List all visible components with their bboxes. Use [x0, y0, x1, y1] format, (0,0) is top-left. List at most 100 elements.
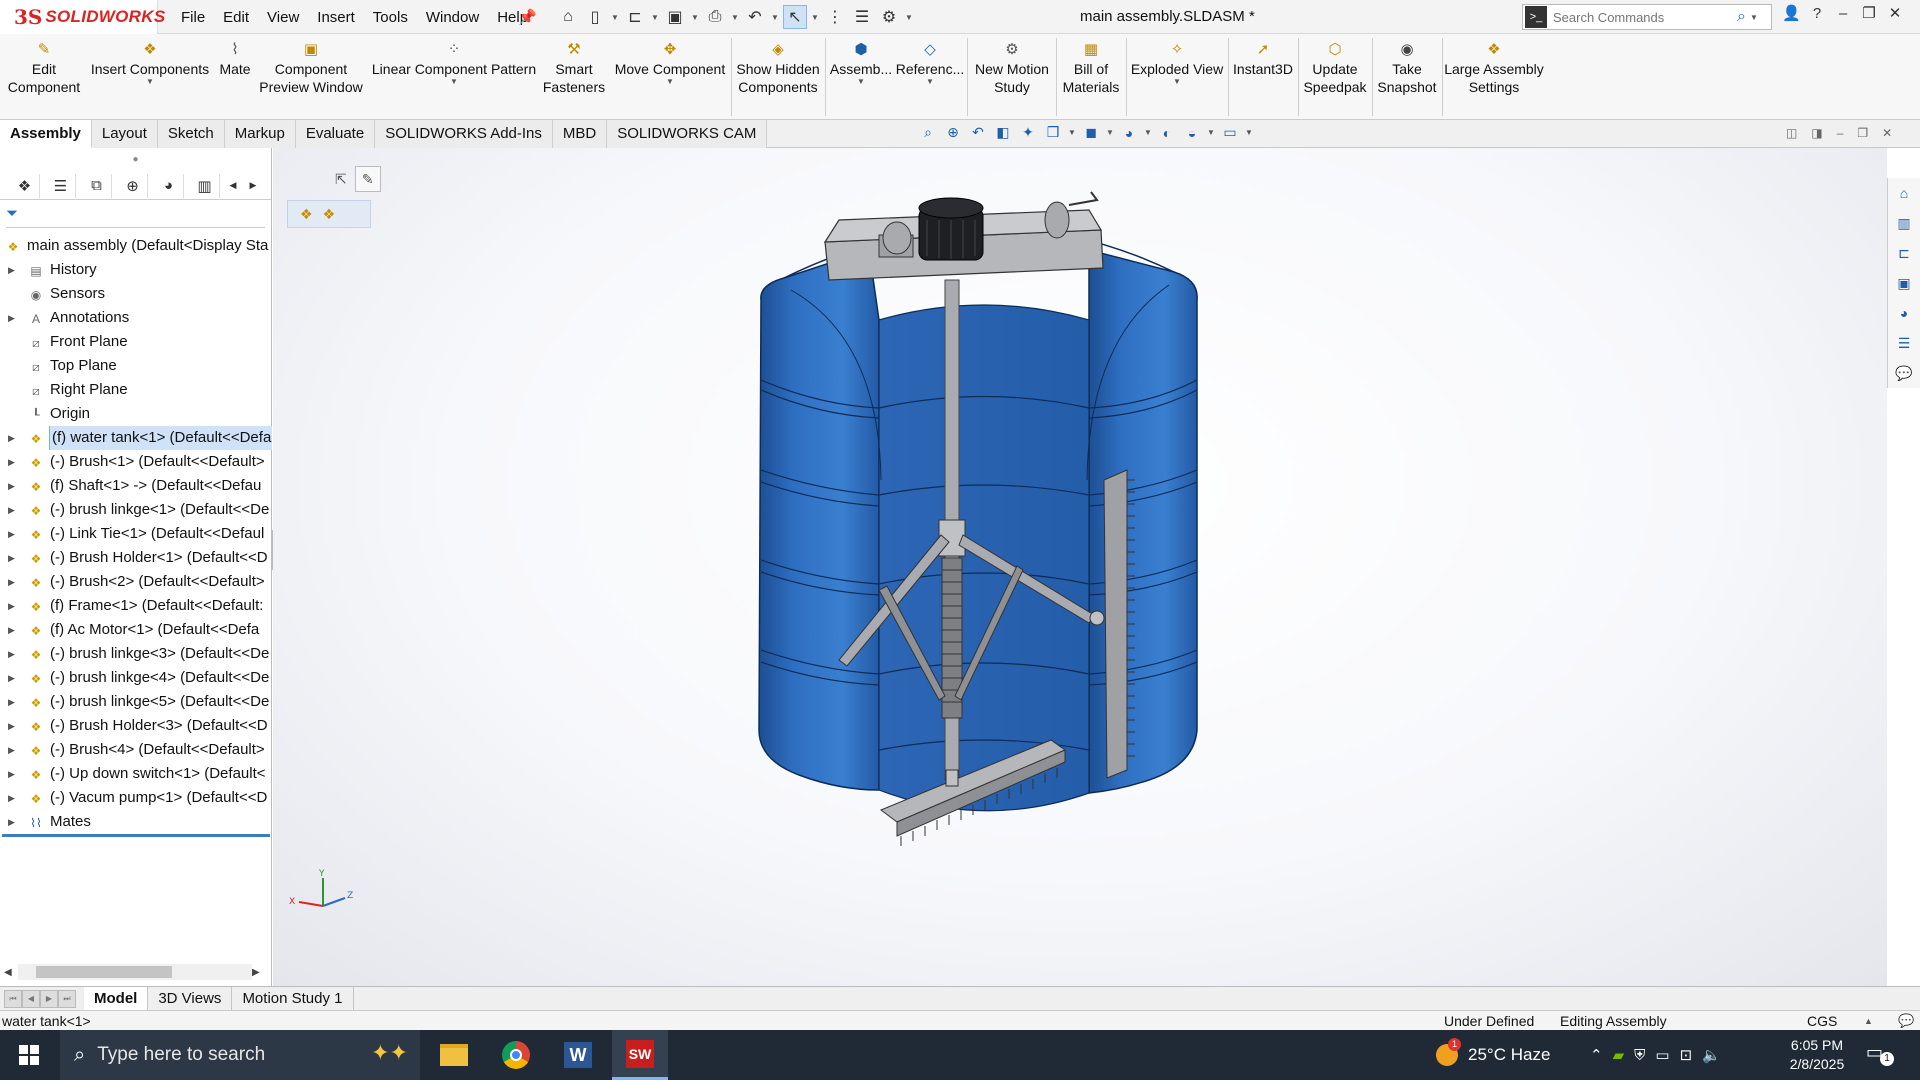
tab-motion-study-1[interactable]: Motion Study 1: [232, 986, 354, 1011]
water-tank-body[interactable]: [758, 226, 1198, 812]
tab-3d-views[interactable]: 3D Views: [148, 986, 233, 1011]
section-view-icon[interactable]: ◧: [993, 124, 1013, 141]
menu-insert[interactable]: Insert: [308, 9, 364, 26]
reference-geometry-button[interactable]: ◇ Referenc... ▼: [896, 40, 964, 86]
search-commands-box[interactable]: >_ ⌕ ▼: [1522, 4, 1772, 30]
expand-arrow-icon[interactable]: ▶: [8, 690, 15, 714]
view-palette-icon[interactable]: ▣: [1893, 272, 1915, 294]
tree-item-right-plane[interactable]: ⧄ Right Plane: [0, 378, 272, 402]
tree-item-component[interactable]: ▶ ❖ (-) brush linkge<3> (Default<<De: [0, 642, 272, 666]
doc-tile-left-icon[interactable]: ◫: [1786, 126, 1797, 140]
tree-item-component[interactable]: ▶ ❖ (-) Link Tie<1> (Default<<Defaul: [0, 522, 272, 546]
tab-markup[interactable]: Markup: [224, 120, 296, 148]
tab-sketch[interactable]: Sketch: [157, 120, 225, 148]
show-hidden-icons-chevron-icon[interactable]: ⌃: [1590, 1046, 1603, 1064]
tree-item-component[interactable]: ▶ ❖ (-) brush linkge<5> (Default<<De: [0, 690, 272, 714]
traffic-light-icon[interactable]: ⋮: [823, 5, 847, 29]
tree-root-assembly[interactable]: ❖ main assembly (Default<Display Sta: [0, 234, 272, 258]
edit-component-button[interactable]: ✎ Edit Component: [6, 40, 82, 96]
menu-window[interactable]: Window: [417, 9, 488, 26]
expand-arrow-icon[interactable]: ▶: [8, 474, 15, 498]
hide-show-items-icon[interactable]: ◕: [1119, 125, 1139, 141]
instant3d-button[interactable]: ➚ Instant3D: [1230, 40, 1296, 78]
view-orientation-dropdown-icon[interactable]: ▼: [1068, 128, 1076, 137]
water-tank-cleaner-model[interactable]: [729, 190, 1249, 910]
open-dropdown-icon[interactable]: ▼: [650, 5, 660, 29]
file-explorer-icon[interactable]: ⊏: [1893, 242, 1915, 264]
panel-grip[interactable]: ●: [0, 148, 271, 172]
tree-item-sensors[interactable]: ◉ Sensors: [0, 282, 272, 306]
previous-view-icon[interactable]: ↶: [968, 124, 988, 141]
expand-arrow-icon[interactable]: ▶: [8, 546, 15, 570]
status-message-icon[interactable]: 💬: [1898, 1011, 1914, 1031]
take-snapshot-button[interactable]: ◉ Take Snapshot: [1374, 40, 1440, 96]
expand-arrow-icon[interactable]: ▶: [8, 714, 15, 738]
tree-item-top-plane[interactable]: ⧄ Top Plane: [0, 354, 272, 378]
tabs-scroll-right-icon[interactable]: ▶: [246, 174, 260, 198]
tabs-scroll-left-icon[interactable]: ◀: [226, 174, 240, 198]
tree-item-front-plane[interactable]: ⧄ Front Plane: [0, 330, 272, 354]
options-dropdown-icon[interactable]: ▼: [904, 5, 914, 29]
rollback-bar[interactable]: [2, 834, 270, 837]
scroll-thumb[interactable]: [36, 966, 172, 978]
feature-manager-tree-icon[interactable]: ❖: [10, 173, 40, 198]
design-library-icon[interactable]: ▥: [1893, 212, 1915, 234]
security-shield-icon[interactable]: ⛨: [1634, 1047, 1645, 1064]
expand-arrow-icon[interactable]: ▶: [8, 498, 15, 522]
solidworks-resources-home-icon[interactable]: ⌂: [1893, 182, 1915, 204]
dynamic-annotation-icon[interactable]: ✦: [1018, 124, 1038, 141]
prev-tab-icon[interactable]: ◀: [22, 989, 40, 1008]
tab-mbd[interactable]: MBD: [552, 120, 608, 148]
restore-icon[interactable]: ❐: [1860, 4, 1878, 22]
solidworks-app[interactable]: SW: [612, 1030, 668, 1080]
options-gear-icon[interactable]: ⚙: [877, 5, 901, 29]
tree-item-component[interactable]: ▶ ❖ (-) Brush Holder<3> (Default<<D: [0, 714, 272, 738]
search-dropdown-icon[interactable]: ▼: [1750, 13, 1758, 22]
expand-arrow-icon[interactable]: ▶: [8, 618, 15, 642]
units-dropdown-icon[interactable]: ▲: [1864, 1011, 1873, 1031]
nvidia-icon[interactable]: ▰: [1613, 1046, 1625, 1064]
network-icon[interactable]: ⊡: [1680, 1046, 1693, 1064]
user-account-icon[interactable]: 👤: [1782, 4, 1801, 22]
tree-item-component[interactable]: ▶ ❖ (-) Brush<1> (Default<<Default>: [0, 450, 272, 474]
expand-arrow-icon[interactable]: ▶: [8, 594, 15, 618]
save-dropdown-icon[interactable]: ▼: [690, 5, 700, 29]
edit-appearance-icon[interactable]: ◐: [1157, 125, 1177, 141]
tree-item-component[interactable]: ▶ ❖ (f) Frame<1> (Default<<Default:: [0, 594, 272, 618]
next-tab-icon[interactable]: ▶: [40, 989, 58, 1008]
property-manager-icon[interactable]: ☰: [46, 173, 76, 198]
expand-arrow-icon[interactable]: ▶: [8, 738, 15, 762]
tree-item-component[interactable]: ▶ ❖ (-) Up down switch<1> (Default<: [0, 762, 272, 786]
side-brush[interactable]: [1103, 469, 1135, 779]
show-hidden-components-button[interactable]: ◈ Show Hidden Components: [734, 40, 822, 96]
tab-solidworks-cam[interactable]: SOLIDWORKS CAM: [607, 120, 768, 148]
insert-components-dropdown-icon[interactable]: ▼: [146, 78, 154, 86]
tree-item-component[interactable]: ▶ ❖ (-) brush linkge<1> (Default<<De: [0, 498, 272, 522]
weather-widget[interactable]: 1 25°C Haze: [1436, 1030, 1550, 1080]
expand-flyout-icon[interactable]: ⇱: [335, 171, 347, 188]
tab-assembly[interactable]: Assembly: [0, 120, 92, 148]
view-orientation-icon[interactable]: ❒: [1043, 124, 1063, 141]
linear-component-pattern-button[interactable]: ⁘ Linear Component Pattern ▼: [368, 40, 540, 86]
filter-funnel-icon[interactable]: ⏷: [6, 205, 18, 222]
view-settings-dropdown-icon[interactable]: ▼: [1245, 128, 1253, 137]
selection-breadcrumb[interactable]: ❖ ❖: [287, 200, 371, 228]
doc-close-icon[interactable]: ✕: [1882, 126, 1892, 140]
exploded-view-dropdown-icon[interactable]: ▼: [1173, 78, 1181, 86]
menu-tools[interactable]: Tools: [364, 9, 417, 26]
smart-fasteners-button[interactable]: ⚒ Smart Fasteners: [542, 40, 606, 96]
exploded-view-button[interactable]: ✧ Exploded View ▼: [1128, 40, 1226, 86]
tree-item-component[interactable]: ▶ ❖ (-) Brush<4> (Default<<Default>: [0, 738, 272, 762]
bill-of-materials-button[interactable]: ▦ Bill of Materials: [1058, 40, 1124, 96]
tab-evaluate[interactable]: Evaluate: [295, 120, 376, 148]
new-motion-study-button[interactable]: ⚙ New Motion Study: [970, 40, 1054, 96]
tree-item-mates[interactable]: ▶ ⌇⌇ Mates: [0, 810, 272, 834]
appearances-icon[interactable]: ◕: [1893, 302, 1915, 324]
tree-filter[interactable]: ⏷: [6, 200, 265, 228]
help-icon[interactable]: ?: [1808, 5, 1826, 22]
assembly-features-button[interactable]: ⬢ Assemb... ▼: [828, 40, 894, 86]
search-icon[interactable]: ⌕: [1737, 8, 1746, 26]
zoom-to-fit-icon[interactable]: ⌕: [918, 124, 938, 141]
search-commands-input[interactable]: [1553, 9, 1733, 25]
undo-icon[interactable]: ↶: [743, 5, 767, 29]
